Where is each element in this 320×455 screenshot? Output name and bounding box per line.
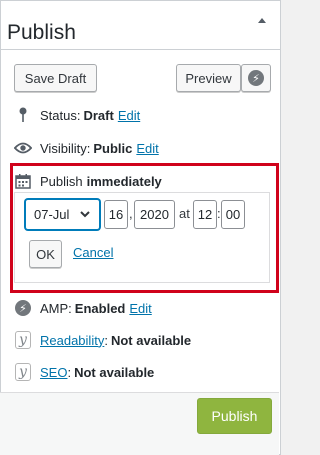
seo-row: y SEO : Not available bbox=[14, 362, 154, 382]
amp-bolt-icon: ⚡ bbox=[248, 70, 264, 86]
readability-colon: : bbox=[104, 332, 108, 348]
seo-link[interactable]: SEO bbox=[40, 365, 67, 380]
preview-button[interactable]: Preview bbox=[176, 64, 241, 92]
visibility-row: Visibility: Public Edit bbox=[14, 138, 159, 158]
schedule-value: immediately bbox=[86, 173, 162, 189]
status-edit-link[interactable]: Edit bbox=[118, 108, 140, 123]
amp-preview-button[interactable]: ⚡ bbox=[241, 64, 271, 92]
panel-header: Publish bbox=[1, 1, 280, 50]
visibility-edit-link[interactable]: Edit bbox=[136, 141, 158, 156]
amp-edit-link[interactable]: Edit bbox=[129, 301, 151, 316]
visibility-value: Public bbox=[93, 140, 133, 156]
collapse-toggle-icon[interactable] bbox=[258, 18, 266, 23]
schedule-label: Publish bbox=[40, 173, 83, 189]
minute-input[interactable]: 00 bbox=[221, 200, 245, 229]
chevron-down-icon bbox=[80, 211, 90, 218]
yoast-seo-icon: y bbox=[14, 363, 32, 381]
status-row: Status: Draft Edit bbox=[14, 105, 140, 125]
month-value: 07-Jul bbox=[34, 207, 70, 222]
at-label: at bbox=[179, 206, 190, 221]
schedule-row: Publish immediately bbox=[14, 172, 162, 190]
panel-title: Publish bbox=[7, 21, 76, 44]
amp-icon: ⚡ bbox=[14, 299, 32, 317]
publish-button[interactable]: Publish bbox=[197, 398, 272, 434]
save-draft-button[interactable]: Save Draft bbox=[14, 64, 97, 92]
eye-icon bbox=[14, 139, 32, 157]
cancel-link[interactable]: Cancel bbox=[73, 245, 113, 260]
ok-button[interactable]: OK bbox=[29, 240, 62, 268]
amp-label: AMP: bbox=[40, 300, 72, 316]
amp-row: ⚡ AMP: Enabled Edit bbox=[14, 298, 152, 318]
status-value: Draft bbox=[83, 107, 114, 123]
seo-colon: : bbox=[67, 364, 72, 380]
date-comma: , bbox=[129, 206, 133, 221]
hour-input[interactable]: 12 bbox=[193, 200, 217, 229]
readability-row: y Readability : Not available bbox=[14, 330, 191, 350]
readability-link[interactable]: Readability bbox=[40, 333, 104, 348]
yoast-readability-icon: y bbox=[14, 331, 32, 349]
day-input[interactable]: 16 bbox=[104, 200, 128, 229]
visibility-label: Visibility: bbox=[40, 140, 91, 156]
year-input[interactable]: 2020 bbox=[134, 200, 175, 229]
status-label: Status: bbox=[40, 107, 81, 123]
month-select[interactable]: 07-Jul bbox=[25, 199, 100, 230]
calendar-icon bbox=[14, 172, 32, 190]
amp-value: Enabled bbox=[74, 300, 126, 316]
pin-icon bbox=[14, 106, 32, 124]
seo-value: Not available bbox=[74, 364, 155, 380]
readability-value: Not available bbox=[110, 332, 192, 348]
amp-status-bolt-icon: ⚡ bbox=[15, 300, 31, 316]
